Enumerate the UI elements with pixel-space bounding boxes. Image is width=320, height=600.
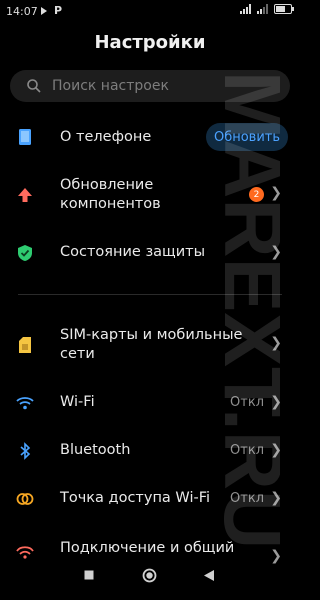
- status-value: Откл: [230, 443, 264, 458]
- settings-item-wifi[interactable]: Wi-Fi Откл ❯: [0, 392, 300, 414]
- sim-card-icon: [16, 336, 34, 354]
- search-input[interactable]: [50, 77, 284, 95]
- back-button[interactable]: [204, 570, 214, 581]
- bluetooth-icon: [16, 442, 34, 460]
- connection-sharing-icon: [16, 542, 34, 560]
- section-divider: [18, 294, 282, 295]
- signal-icon-2: [257, 4, 268, 14]
- signal-icon: [240, 4, 251, 14]
- settings-item-label: Обновление компонентов: [60, 177, 161, 212]
- chevron-right-icon: ❯: [270, 548, 282, 564]
- settings-item-label: Подключение и общий: [60, 540, 235, 556]
- alarm-icon: [41, 6, 47, 15]
- p-app-icon: P: [54, 4, 63, 17]
- settings-item-label: Wi-Fi: [60, 394, 95, 410]
- home-button[interactable]: [142, 568, 157, 583]
- phone-info-icon: [16, 128, 34, 146]
- shield-check-icon: [16, 244, 34, 262]
- settings-item-label: Точка доступа Wi-Fi: [60, 490, 211, 506]
- settings-item-label: О телефоне: [60, 128, 152, 145]
- chevron-right-icon: ❯: [270, 394, 282, 410]
- settings-item-label: SIM-карты и мобильные сети: [60, 327, 243, 362]
- recents-button[interactable]: [84, 570, 94, 580]
- status-system-icons: [240, 4, 294, 14]
- search-icon: [27, 79, 41, 93]
- status-value: Откл: [230, 491, 264, 506]
- settings-item-label: Bluetooth: [60, 442, 131, 458]
- update-button[interactable]: Обновить: [206, 123, 288, 151]
- navigation-bar: [0, 564, 300, 594]
- settings-item-protection-status[interactable]: Состояние защиты ❯: [0, 242, 300, 264]
- status-bar: 14:07 P: [0, 0, 300, 22]
- chevron-right-icon: ❯: [270, 185, 282, 201]
- chevron-right-icon: ❯: [270, 442, 282, 458]
- settings-item-connection-sharing[interactable]: Подключение и общий ❯: [0, 538, 300, 564]
- status-time: 14:07: [6, 5, 38, 18]
- chevron-right-icon: ❯: [270, 244, 282, 260]
- settings-item-hotspot[interactable]: Точка доступа Wi-Fi Откл ❯: [0, 488, 300, 510]
- status-value: Откл: [230, 395, 264, 410]
- chevron-right-icon: ❯: [270, 490, 282, 506]
- settings-item-about-phone[interactable]: О телефоне Обновить: [0, 123, 300, 151]
- search-bar[interactable]: [10, 70, 290, 102]
- settings-item-sim-cards[interactable]: SIM-карты и мобильные сети ❯: [0, 326, 300, 364]
- notification-badge: 2: [249, 187, 264, 202]
- hotspot-icon: [16, 490, 34, 508]
- chevron-right-icon: ❯: [270, 335, 282, 351]
- settings-item-label: Состояние защиты: [60, 244, 206, 260]
- wifi-icon: [16, 394, 34, 412]
- status-notification-icons: P: [40, 4, 62, 17]
- battery-icon: [274, 4, 294, 14]
- page-title: Настройки: [94, 32, 206, 53]
- settings-item-bluetooth[interactable]: Bluetooth Откл ❯: [0, 440, 300, 462]
- update-arrow-icon: [16, 186, 34, 204]
- settings-item-component-updates[interactable]: Обновление компонентов 2 ❯: [0, 176, 300, 214]
